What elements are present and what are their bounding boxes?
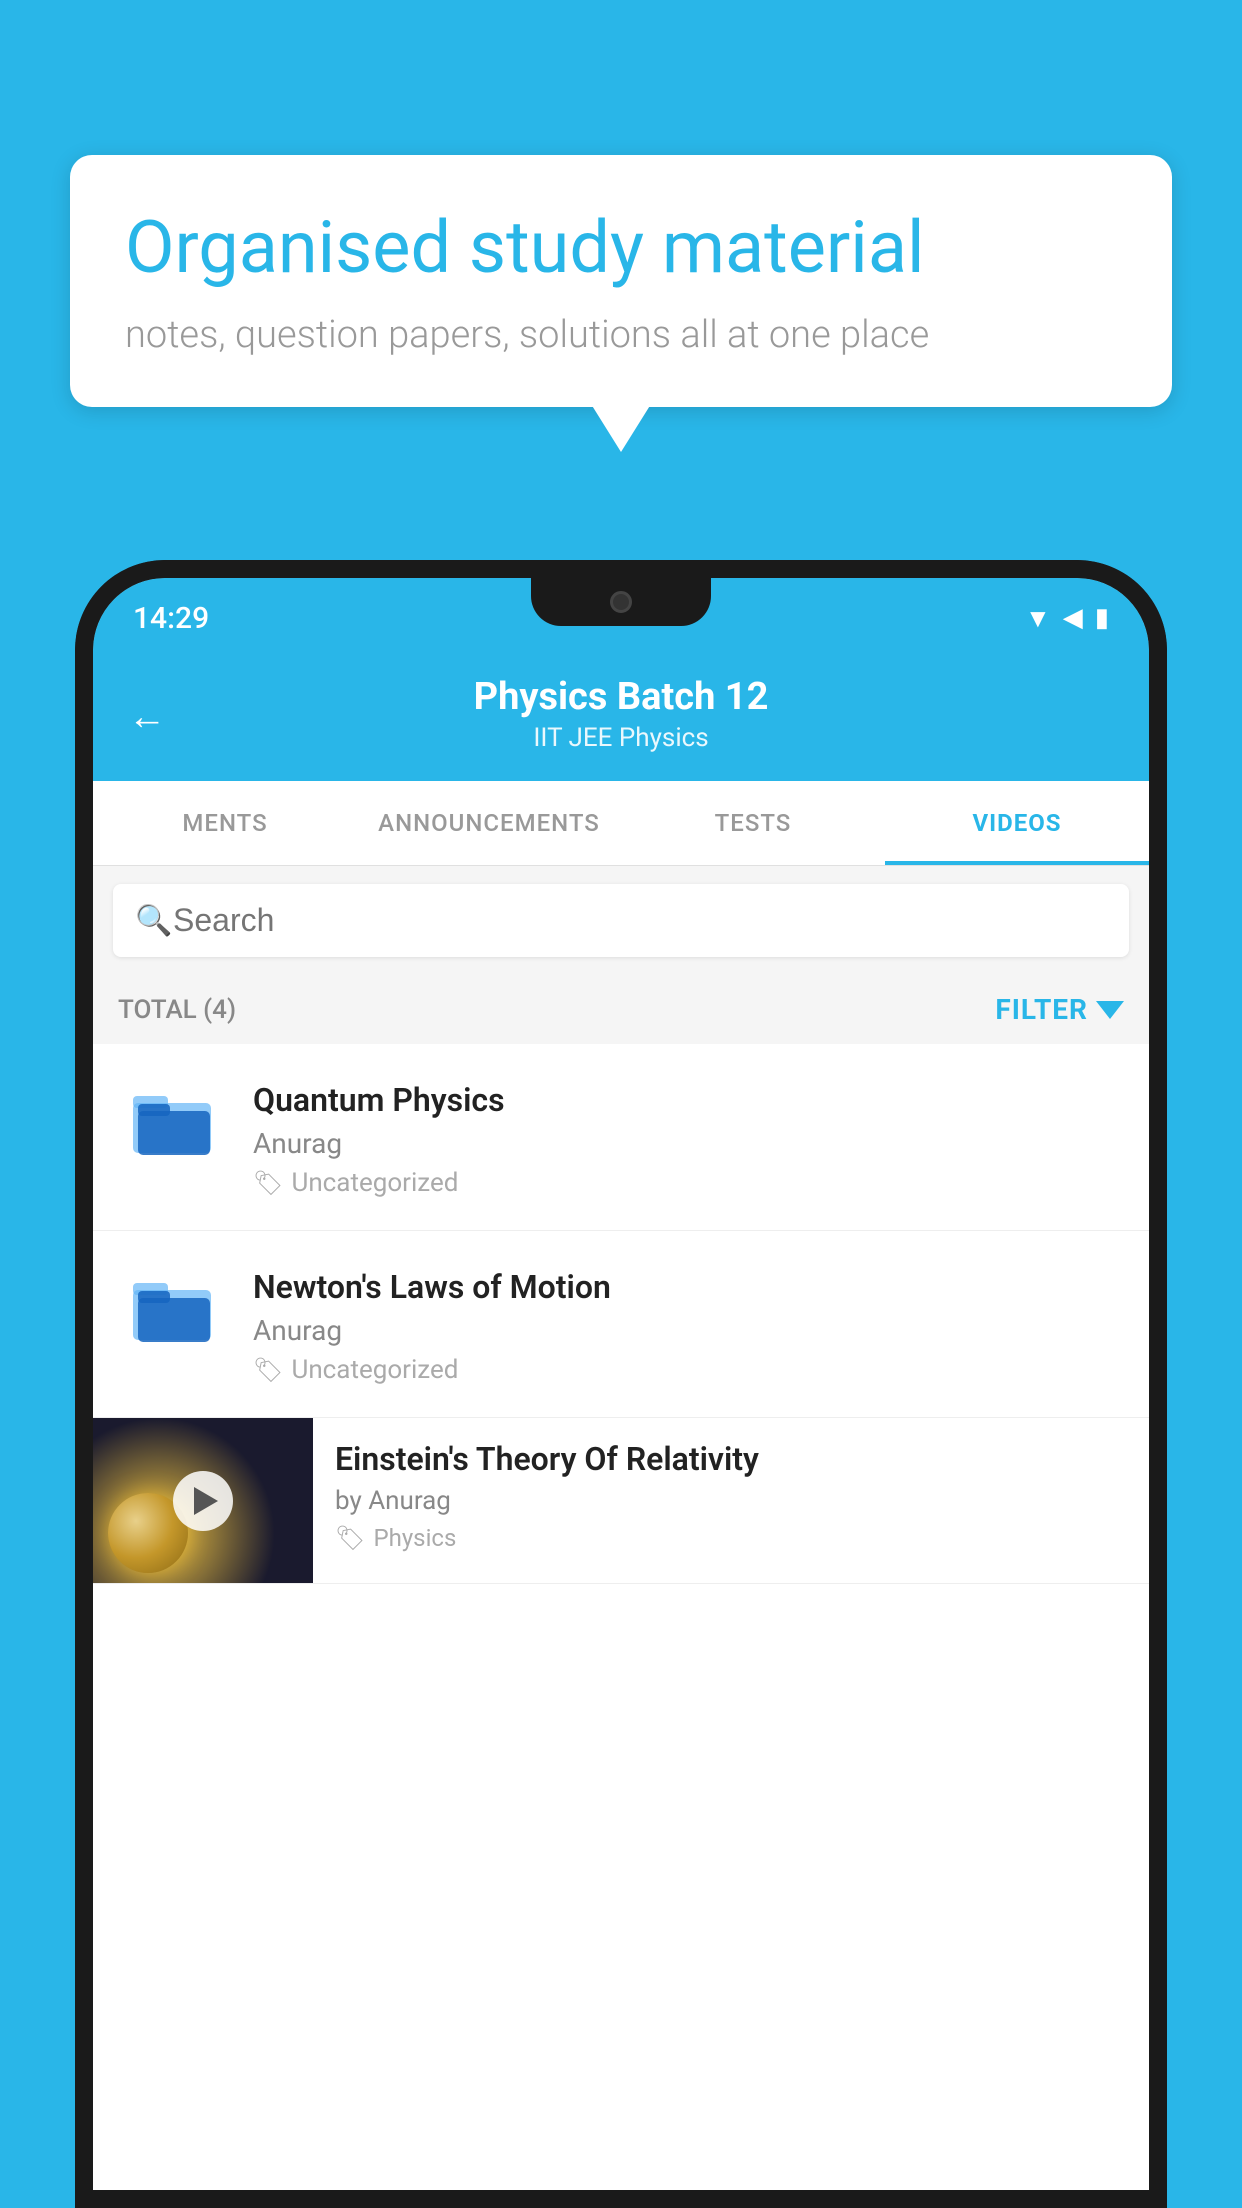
tag-icon: 🏷 (253, 1169, 283, 1197)
signal-icon: ◀ (1063, 603, 1083, 633)
folder-icon (128, 1268, 218, 1348)
tab-announcements[interactable]: ANNOUNCEMENTS (357, 781, 621, 865)
filter-button[interactable]: FILTER (995, 993, 1124, 1026)
item-info: Einstein's Theory Of Relativity by Anura… (313, 1418, 1149, 1574)
search-container: 🔍 (93, 866, 1149, 975)
list-item[interactable]: Newton's Laws of Motion Anurag 🏷 Uncateg… (93, 1231, 1149, 1418)
front-camera (610, 591, 632, 613)
folder-icon (128, 1081, 218, 1161)
speech-bubble: Organised study material notes, question… (70, 155, 1172, 407)
item-info: Newton's Laws of Motion Anurag 🏷 Uncateg… (253, 1263, 1124, 1385)
play-button[interactable] (173, 1471, 233, 1531)
search-input[interactable] (113, 884, 1129, 957)
battery-icon: ▮ (1095, 603, 1109, 633)
video-thumbnail-image (93, 1418, 313, 1583)
tab-bar: MENTS ANNOUNCEMENTS TESTS VIDEOS (93, 781, 1149, 866)
item-info: Quantum Physics Anurag 🏷 Uncategorized (253, 1076, 1124, 1198)
play-icon (194, 1487, 218, 1515)
search-icon: 🔍 (135, 903, 172, 938)
speech-bubble-container: Organised study material notes, question… (70, 155, 1172, 407)
status-icons: ▼ ◀ ▮ (1025, 603, 1109, 634)
list-item[interactable]: Einstein's Theory Of Relativity by Anura… (93, 1418, 1149, 1584)
item-thumbnail (118, 1076, 228, 1166)
header-subtitle: IIT JEE Physics (128, 723, 1114, 753)
tag-label: Uncategorized (291, 1355, 458, 1385)
filter-bar: TOTAL (4) FILTER (93, 975, 1149, 1044)
tag-icon: 🏷 (335, 1524, 365, 1552)
item-tag: 🏷 Physics (335, 1524, 1127, 1552)
item-title: Quantum Physics (253, 1081, 1124, 1119)
list-item[interactable]: Quantum Physics Anurag 🏷 Uncategorized (93, 1044, 1149, 1231)
bubble-title: Organised study material (125, 205, 1117, 291)
tab-tests[interactable]: TESTS (621, 781, 885, 865)
item-tag: 🏷 Uncategorized (253, 1168, 1124, 1198)
back-button[interactable]: ← (128, 695, 166, 739)
tag-label: Uncategorized (291, 1168, 458, 1198)
filter-icon (1096, 1001, 1124, 1019)
tab-videos[interactable]: VIDEOS (885, 781, 1149, 865)
item-author: Anurag (253, 1314, 1124, 1347)
phone-notch (531, 578, 711, 626)
app-header: ← Physics Batch 12 IIT JEE Physics (93, 653, 1149, 781)
status-time: 14:29 (133, 601, 209, 636)
filter-label: FILTER (995, 993, 1088, 1026)
item-title: Newton's Laws of Motion (253, 1268, 1124, 1306)
wifi-icon: ▼ (1025, 603, 1051, 634)
item-author: by Anurag (335, 1486, 1127, 1516)
tab-ments[interactable]: MENTS (93, 781, 357, 865)
bubble-subtitle: notes, question papers, solutions all at… (125, 313, 1117, 357)
search-wrapper: 🔍 (113, 884, 1129, 957)
item-tag: 🏷 Uncategorized (253, 1355, 1124, 1385)
tag-icon: 🏷 (253, 1356, 283, 1384)
total-count: TOTAL (4) (118, 995, 236, 1025)
tag-label: Physics (373, 1524, 456, 1552)
item-author: Anurag (253, 1127, 1124, 1160)
video-list: Quantum Physics Anurag 🏷 Uncategorized (93, 1044, 1149, 1584)
phone-frame: 14:29 ▼ ◀ ▮ ← Physics Batch 12 IIT JEE P… (75, 560, 1167, 2208)
item-title: Einstein's Theory Of Relativity (335, 1440, 1127, 1478)
phone-screen: 14:29 ▼ ◀ ▮ ← Physics Batch 12 IIT JEE P… (93, 578, 1149, 2208)
item-thumbnail (118, 1263, 228, 1353)
header-title: Physics Batch 12 (128, 675, 1114, 719)
